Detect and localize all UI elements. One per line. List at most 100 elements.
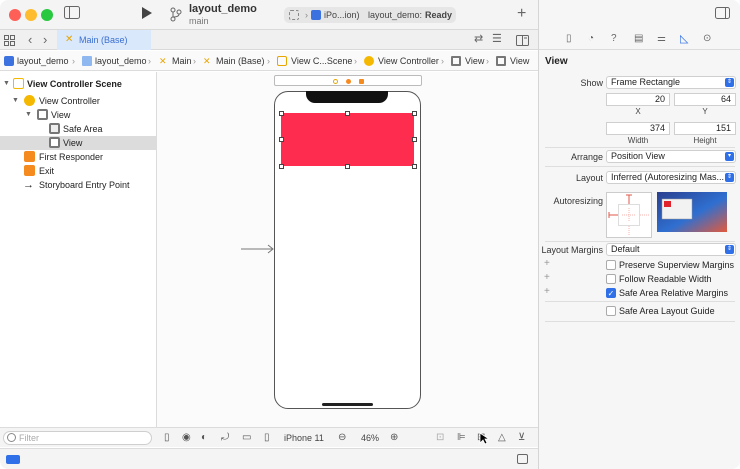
breadcrumb-item[interactable]: Main (Base): [216, 51, 265, 71]
editor-options-icon[interactable]: ☰: [492, 32, 502, 45]
scheme-destination[interactable]: iPo...ion): [324, 7, 360, 23]
split-editor-icon[interactable]: [516, 34, 529, 49]
align-icon[interactable]: ⊫: [457, 428, 466, 448]
show-popup[interactable]: Frame Rectangle ⇕: [606, 76, 736, 89]
outline-label: Exit: [39, 166, 55, 176]
outline-label: View: [63, 138, 83, 148]
outline-row-safe-area[interactable]: Safe Area: [0, 122, 156, 136]
outline-row-view[interactable]: ▼ View: [0, 108, 156, 122]
swap-icon[interactable]: ⇄: [474, 32, 483, 45]
preserve-superview-margins-checkbox[interactable]: [606, 260, 616, 270]
x-label: X: [635, 107, 641, 116]
outline-toggle-icon[interactable]: ▯: [164, 428, 170, 448]
storyboard-icon: ✕: [65, 34, 74, 45]
add-variation-icon[interactable]: +: [544, 258, 550, 269]
breadcrumb-item[interactable]: View: [510, 51, 529, 71]
chevron-updown-icon: ⇕: [725, 245, 734, 254]
update-frames-icon[interactable]: ⊡: [436, 428, 444, 448]
minimize-window-button[interactable]: [25, 9, 37, 21]
orientation-icon[interactable]: ⤾: [221, 428, 229, 448]
breadcrumb-item[interactable]: layout_demo: [95, 51, 147, 71]
resize-handle[interactable]: [279, 111, 284, 116]
device-frame-icon[interactable]: ▭: [242, 428, 251, 448]
layout-margins-popup[interactable]: Default ⇕: [606, 243, 736, 256]
grid-icon[interactable]: [4, 34, 15, 49]
breakpoints-icon[interactable]: [6, 455, 20, 464]
outline-row-first-responder[interactable]: First Responder: [0, 150, 156, 164]
scene-dock-vc-icon[interactable]: [333, 79, 338, 84]
storyboard-icon: ✕: [203, 56, 211, 66]
debug-area-toggle-icon[interactable]: [517, 454, 528, 464]
disclosure-triangle-icon[interactable]: ▼: [12, 94, 19, 108]
outline-row-subview[interactable]: View: [0, 136, 156, 150]
zoom-window-button[interactable]: [41, 9, 53, 21]
outline-row-exit[interactable]: Exit: [0, 164, 156, 178]
scene-dock[interactable]: [274, 75, 422, 86]
arrange-popup[interactable]: Position View ▾: [606, 150, 736, 163]
tab-main-base[interactable]: ✕ Main (Base): [57, 30, 151, 50]
autoresizing-mask-control[interactable]: [606, 192, 652, 238]
resize-handle[interactable]: [412, 111, 417, 116]
file-inspector-icon[interactable]: ▯: [566, 33, 572, 44]
arrange-value: Position View: [611, 151, 665, 161]
run-icon[interactable]: [141, 6, 153, 23]
resize-handle[interactable]: [412, 137, 417, 142]
add-icon[interactable]: +: [517, 5, 526, 23]
add-variation-icon[interactable]: +: [544, 286, 550, 297]
identity-inspector-icon[interactable]: ▤: [634, 33, 643, 44]
x-field[interactable]: 20: [606, 93, 670, 106]
safe-area-layout-guide-label: Safe Area Layout Guide: [619, 306, 715, 316]
resize-handle[interactable]: [345, 111, 350, 116]
layout-popup[interactable]: Inferred (Autoresizing Mas... ⇕: [606, 171, 736, 184]
outline-row-entry-point[interactable]: → Storyboard Entry Point: [0, 178, 156, 192]
history-inspector-icon[interactable]: ◔: [588, 33, 594, 44]
breadcrumb-item[interactable]: View C...Scene: [291, 51, 352, 71]
zoom-in-icon[interactable]: ⊕: [390, 428, 398, 448]
outline-row-view-controller[interactable]: ▼ View Controller: [0, 94, 156, 108]
width-field[interactable]: 374: [606, 122, 670, 135]
embed-in-icon[interactable]: ⊻: [518, 428, 525, 448]
size-inspector-icon[interactable]: ◺: [680, 32, 688, 45]
forward-arrow-icon[interactable]: ›: [43, 32, 47, 47]
inspector-toggle-icon[interactable]: [715, 7, 730, 22]
selected-red-view[interactable]: [281, 113, 414, 166]
y-field[interactable]: 64: [674, 93, 736, 106]
close-window-button[interactable]: [9, 9, 21, 21]
resize-handle[interactable]: [345, 164, 350, 169]
scene-dock-responder-icon[interactable]: [346, 79, 351, 84]
breadcrumb-item[interactable]: layout_demo: [17, 51, 69, 71]
scene-dock-exit-icon[interactable]: [359, 79, 364, 84]
resize-handle[interactable]: [279, 137, 284, 142]
zoom-out-icon[interactable]: ⊖: [338, 428, 346, 448]
device-name[interactable]: iPhone 11: [284, 428, 324, 448]
outline-label: First Responder: [39, 152, 104, 162]
dark-mode-icon[interactable]: ◐: [201, 428, 207, 448]
attributes-inspector-icon[interactable]: ⚌: [657, 33, 666, 44]
sidebar-toggle-icon[interactable]: [64, 6, 80, 22]
filter-field[interactable]: Filter: [3, 431, 152, 445]
back-arrow-icon[interactable]: ‹: [28, 32, 32, 47]
view-icon: [49, 137, 60, 148]
follow-readable-width-checkbox[interactable]: [606, 274, 616, 284]
breadcrumb-item[interactable]: View Controller: [378, 51, 439, 71]
activity-status[interactable]: › iPo...ion) layout_demo: Ready: [284, 7, 456, 23]
disclosure-triangle-icon[interactable]: ▼: [3, 77, 10, 91]
outline-row-scene[interactable]: ▼ View Controller Scene: [0, 77, 156, 91]
breadcrumb-item[interactable]: View: [465, 51, 484, 71]
chevron-updown-icon: ⇕: [725, 78, 734, 87]
connections-inspector-icon[interactable]: ⊙: [703, 33, 711, 44]
resize-handle[interactable]: [412, 164, 417, 169]
zoom-level[interactable]: 46%: [361, 428, 379, 448]
height-field[interactable]: 151: [674, 122, 736, 135]
disclosure-triangle-icon[interactable]: ▼: [25, 108, 32, 122]
device-frame-icon[interactable]: ▯: [264, 428, 270, 448]
help-inspector-icon[interactable]: ?: [611, 33, 617, 44]
outline-label: Safe Area: [63, 124, 103, 134]
appearance-icon[interactable]: ◉: [182, 428, 191, 448]
resolve-issues-icon[interactable]: △: [498, 428, 506, 448]
safe-area-relative-margins-checkbox[interactable]: ✓: [606, 288, 616, 298]
safe-area-layout-guide-checkbox[interactable]: [606, 306, 616, 316]
breadcrumb-item[interactable]: Main: [172, 51, 192, 71]
resize-handle[interactable]: [279, 164, 284, 169]
add-variation-icon[interactable]: +: [544, 272, 550, 283]
